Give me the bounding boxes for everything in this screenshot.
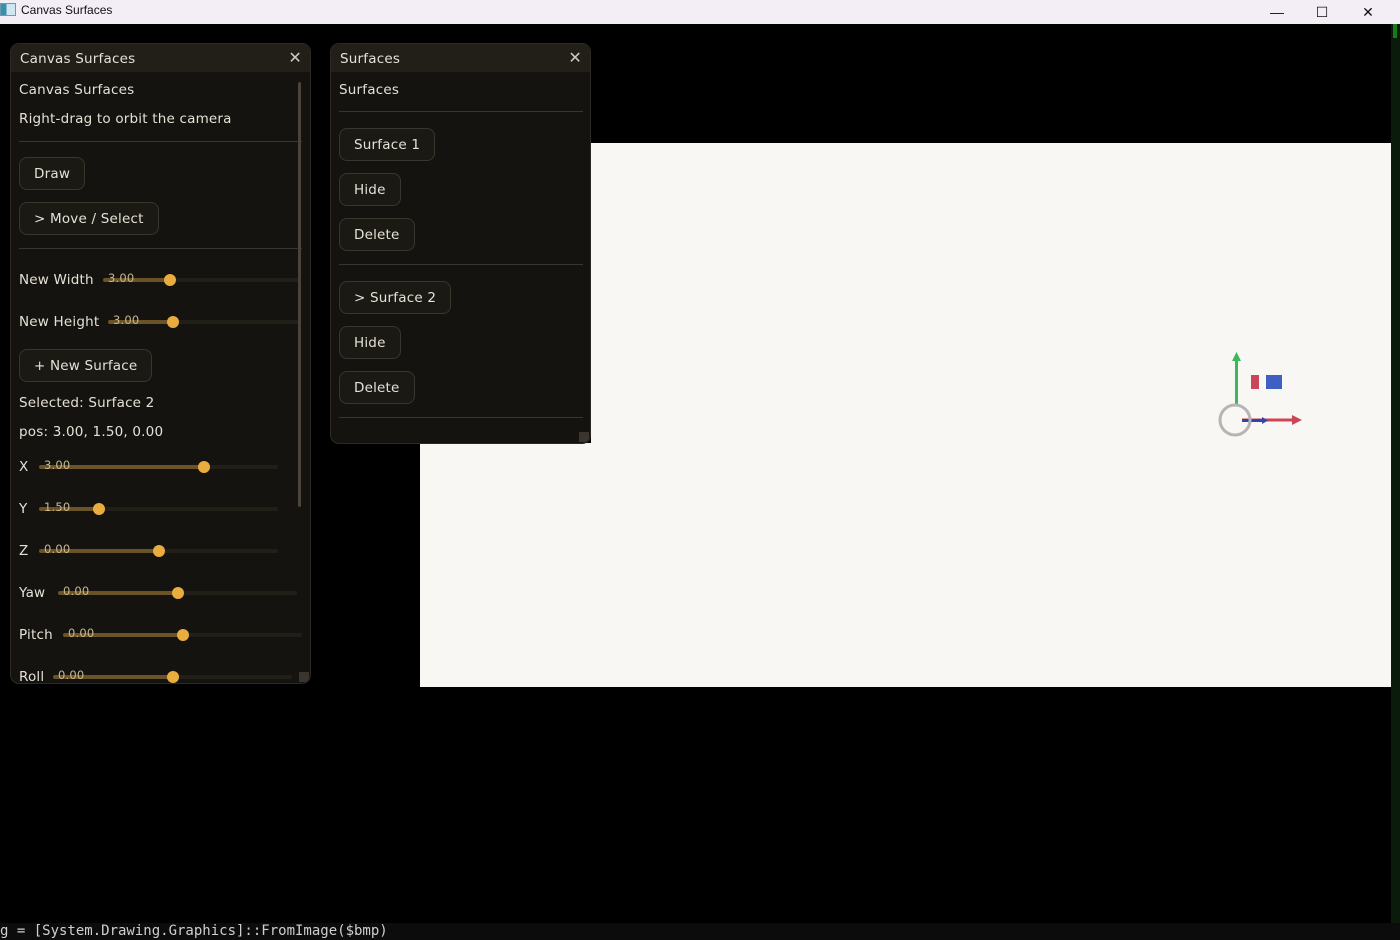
surface-2-button[interactable]: > Surface 2 xyxy=(339,281,452,314)
x-label: X xyxy=(19,459,29,475)
gizmo-x-arrowhead xyxy=(1292,415,1302,425)
slider-value: 0.00 xyxy=(44,542,71,556)
slider-value: 1.50 xyxy=(44,500,71,514)
slider-value: 3.00 xyxy=(44,458,71,472)
y-slider[interactable]: 1.50 xyxy=(39,500,278,515)
move-select-button[interactable]: > Move / Select xyxy=(19,202,159,235)
new-width-label: New Width xyxy=(19,272,94,288)
canvas-surface-1[interactable] xyxy=(420,443,591,687)
divider xyxy=(339,417,583,418)
draw-button[interactable]: Draw xyxy=(19,157,86,190)
pitch-slider[interactable]: 0.00 xyxy=(63,626,302,641)
new-width-slider[interactable]: 3.00 xyxy=(103,271,299,286)
slider-value: 0.00 xyxy=(63,584,90,598)
pitch-label: Pitch xyxy=(19,627,53,643)
position-readout: pos: 3.00, 1.50, 0.00 xyxy=(19,424,164,440)
y-label: Y xyxy=(19,501,28,517)
slider-knob[interactable] xyxy=(92,503,105,515)
gizmo-yz-plane-handle xyxy=(1266,375,1282,389)
slider-value: 0.00 xyxy=(58,668,85,682)
slider-knob[interactable] xyxy=(166,316,179,328)
surface-2-delete-button[interactable]: Delete xyxy=(339,371,415,404)
roll-slider[interactable]: 0.00 xyxy=(53,668,292,683)
yaw-slider[interactable]: 0.00 xyxy=(58,584,297,599)
new-height-label: New Height xyxy=(19,314,100,330)
panel-title: Canvas Surfaces xyxy=(20,51,136,67)
panel-header[interactable]: Canvas Surfaces ✕ xyxy=(11,44,310,72)
new-height-slider[interactable]: 3.00 xyxy=(108,313,299,328)
x-slider[interactable]: 3.00 xyxy=(39,458,278,473)
slider-value: 0.00 xyxy=(68,626,95,640)
slider-knob[interactable] xyxy=(197,461,210,473)
gizmo-xy-plane-handle xyxy=(1251,375,1259,389)
slider-knob[interactable] xyxy=(163,274,176,286)
orbit-hint: Right-drag to orbit the camera xyxy=(19,111,232,127)
resize-grip[interactable] xyxy=(299,672,309,682)
close-window-icon[interactable]: ✕ xyxy=(1345,0,1391,24)
divider xyxy=(339,264,583,265)
right-edge-strip xyxy=(1391,24,1400,924)
slider-knob[interactable] xyxy=(166,671,179,683)
z-label: Z xyxy=(19,543,29,559)
slider-value: 3.00 xyxy=(108,271,135,285)
panel-title: Surfaces xyxy=(340,51,401,67)
surface-1-button[interactable]: Surface 1 xyxy=(339,128,436,161)
slider-value: 3.00 xyxy=(113,313,140,327)
canvas-surfaces-panel: Canvas Surfaces ✕ Canvas Surfaces Right-… xyxy=(10,43,311,684)
maximize-icon[interactable]: ☐ xyxy=(1299,0,1345,24)
z-slider[interactable]: 0.00 xyxy=(39,542,278,557)
slider-knob[interactable] xyxy=(152,545,165,557)
close-icon[interactable]: ✕ xyxy=(288,48,302,67)
surface-2-hide-button[interactable]: Hide xyxy=(339,326,401,359)
new-surface-button[interactable]: + New Surface xyxy=(19,349,153,382)
divider xyxy=(19,248,302,249)
window-titlebar: Canvas Surfaces — ☐ ✕ xyxy=(0,0,1400,24)
panel-header[interactable]: Surfaces ✕ xyxy=(331,44,590,72)
selected-text: Selected: Surface 2 xyxy=(19,395,155,411)
surfaces-panel: Surfaces ✕ Surfaces Surface 1 Hide Delet… xyxy=(330,43,591,444)
panel-heading: Surfaces xyxy=(339,82,400,98)
slider-knob[interactable] xyxy=(171,587,184,599)
window-title: Canvas Surfaces xyxy=(21,3,113,17)
minimize-icon[interactable]: — xyxy=(1254,0,1300,24)
surface-1-delete-button[interactable]: Delete xyxy=(339,218,415,251)
panel-heading: Canvas Surfaces xyxy=(19,82,135,98)
close-icon[interactable]: ✕ xyxy=(568,48,582,67)
resize-grip[interactable] xyxy=(579,432,589,442)
gizmo-z-arrowhead xyxy=(1262,417,1268,424)
console-line: g = [System.Drawing.Graphics]::FromImage… xyxy=(0,923,1400,940)
yaw-label: Yaw xyxy=(19,585,46,601)
app-icon xyxy=(0,3,16,16)
divider xyxy=(339,111,583,112)
gizmo-y-arrowhead xyxy=(1232,352,1241,361)
panel-scrollbar[interactable] xyxy=(298,82,301,507)
slider-knob[interactable] xyxy=(176,629,189,641)
divider xyxy=(19,141,302,142)
roll-label: Roll xyxy=(19,669,45,684)
surface-1-hide-button[interactable]: Hide xyxy=(339,173,401,206)
transform-gizmo[interactable] xyxy=(1212,344,1312,444)
